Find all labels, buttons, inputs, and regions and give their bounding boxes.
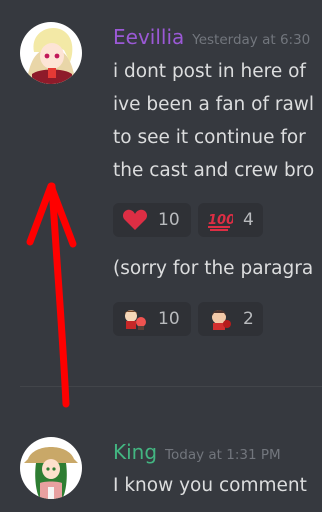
reaction-heart[interactable]: 10 bbox=[113, 203, 191, 237]
character-emote-2-icon bbox=[207, 307, 233, 331]
reaction-count: 4 bbox=[243, 210, 254, 230]
character-emote-1-icon bbox=[122, 307, 148, 331]
avatar-king[interactable] bbox=[20, 437, 82, 499]
message-divider bbox=[20, 386, 322, 387]
message-line-followup: (sorry for the paragra bbox=[113, 258, 314, 279]
reaction-100[interactable]: 100 4 bbox=[198, 203, 263, 237]
username-text[interactable]: King bbox=[113, 440, 157, 464]
reaction-count: 10 bbox=[158, 210, 180, 230]
reaction-emote-2[interactable]: 2 bbox=[198, 302, 263, 336]
username-king[interactable]: King Today at 1:31 PM bbox=[113, 440, 281, 467]
message-line: to see it continue for bbox=[113, 127, 306, 148]
100-emoji-icon: 100 bbox=[207, 209, 235, 231]
message-line: i dont post in here of bbox=[113, 61, 306, 82]
reaction-count: 2 bbox=[243, 309, 254, 329]
timestamp: Yesterday at 6:30 bbox=[192, 32, 311, 48]
message-line: the cast and crew bro bbox=[113, 160, 315, 181]
message-line: ive been a fan of rawl bbox=[113, 94, 315, 115]
reaction-count: 10 bbox=[158, 309, 180, 329]
timestamp: Today at 1:31 PM bbox=[165, 447, 281, 463]
username-eevillia[interactable]: Eevillia Yesterday at 6:30 bbox=[113, 25, 310, 52]
message-line: I know you comment bbox=[113, 475, 307, 496]
svg-text:100: 100 bbox=[208, 213, 233, 228]
reaction-emote-1[interactable]: 10 bbox=[113, 302, 191, 336]
avatar-eevillia[interactable] bbox=[20, 22, 82, 84]
username-text[interactable]: Eevillia bbox=[113, 25, 184, 49]
heart-emoji-icon bbox=[122, 209, 148, 231]
